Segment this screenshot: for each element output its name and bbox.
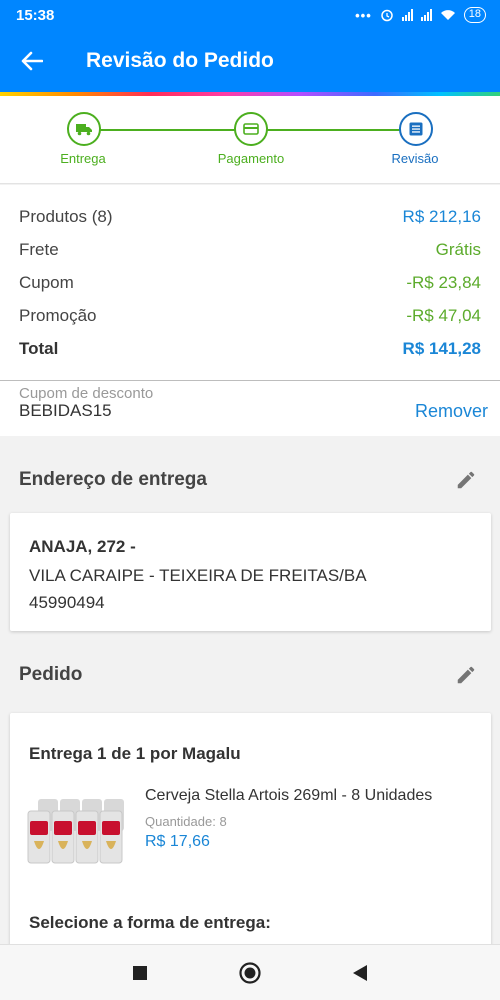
wifi-icon <box>440 10 455 20</box>
order-card: Entrega 1 de 1 por Magalu Cerveja Stella… <box>10 713 491 953</box>
order-summary: Produtos (8) R$ 212,16 Frete Grátis Cupo… <box>0 185 500 380</box>
products-label: Produtos (8) <box>19 207 113 226</box>
coupon-code: BEBIDAS15 <box>19 401 112 420</box>
address-city: VILA CARAIPE - TEIXEIRA DE FREITAS/BA <box>29 566 367 585</box>
home-button[interactable] <box>235 958 265 988</box>
step-revisao[interactable] <box>399 112 433 146</box>
nav-home-icon <box>239 961 261 984</box>
signal-icon <box>401 9 413 21</box>
total-value: R$ 141,28 <box>402 339 481 358</box>
list-icon <box>409 122 423 136</box>
products-value: R$ 212,16 <box>402 207 481 226</box>
remove-coupon-button[interactable]: Remover <box>415 401 488 422</box>
more-notifications-icon: ••• <box>355 7 372 23</box>
promo-value: -R$ 47,04 <box>406 306 481 325</box>
back-button[interactable] <box>0 30 64 92</box>
shipping-value: Grátis <box>435 240 481 259</box>
summary-row-products: Produtos (8) R$ 212,16 <box>19 207 481 227</box>
nav-back-button[interactable] <box>345 958 375 988</box>
back-arrow-icon <box>21 51 43 71</box>
edit-address-button[interactable] <box>452 466 480 494</box>
edit-order-button[interactable] <box>452 661 480 689</box>
product-quantity: Quantidade: 8 <box>145 814 227 829</box>
system-nav-bar <box>0 944 500 1000</box>
address-card: ANAJA, 272 - VILA CARAIPE - TEIXEIRA DE … <box>10 513 491 631</box>
address-zip: 45990494 <box>29 593 105 612</box>
checkout-stepper: Entrega Pagamento Revisão <box>0 96 500 184</box>
summary-row-promo: Promoção -R$ 47,04 <box>19 306 481 326</box>
status-time: 15:38 <box>16 6 55 24</box>
coupon-field-label: Cupom de desconto <box>19 385 154 402</box>
summary-row-coupon: Cupom -R$ 23,84 <box>19 273 481 293</box>
pencil-icon <box>457 666 475 684</box>
step-connector-2 <box>267 129 400 131</box>
delivery-title: Entrega 1 de 1 por Magalu <box>29 744 241 763</box>
step-pagamento[interactable] <box>234 112 268 146</box>
truck-icon <box>76 124 92 136</box>
product-price: R$ 17,66 <box>145 833 210 850</box>
shipping-method-prompt: Selecione a forma de entrega: <box>29 913 271 932</box>
card-icon <box>243 123 259 135</box>
shipping-label: Frete <box>19 240 59 259</box>
coupon-value: -R$ 23,84 <box>406 273 481 292</box>
total-label: Total <box>19 339 59 358</box>
address-street: ANAJA, 272 - <box>29 537 136 556</box>
summary-row-total: Total R$ 141,28 <box>19 339 481 359</box>
status-icons: ••• 18 <box>355 7 486 23</box>
status-bar: 15:38 ••• 18 <box>0 0 500 30</box>
order-section-title: Pedido <box>19 664 83 685</box>
product-image <box>27 799 124 864</box>
app-bar: Revisão do Pedido <box>0 30 500 92</box>
signal-icon-2 <box>420 9 432 21</box>
order-section-header: Pedido <box>0 645 500 705</box>
page-title: Revisão do Pedido <box>86 49 274 72</box>
nav-back-icon <box>353 964 367 981</box>
address-section-title: Endereço de entrega <box>19 469 207 490</box>
step-entrega[interactable] <box>67 112 101 146</box>
step-revisao-label: Revisão <box>391 151 439 166</box>
product-name: Cerveja Stella Artois 269ml - 8 Unidades <box>145 787 433 804</box>
promo-label: Promoção <box>19 306 97 325</box>
nav-recents-icon <box>133 965 147 980</box>
step-entrega-label: Entrega <box>60 151 106 166</box>
summary-row-shipping: Frete Grátis <box>19 240 481 260</box>
coupon-label: Cupom <box>19 273 74 292</box>
address-section-header: Endereço de entrega <box>0 450 500 510</box>
pencil-icon <box>457 471 475 489</box>
step-pagamento-label: Pagamento <box>217 151 285 166</box>
alarm-icon <box>381 9 393 22</box>
recents-button[interactable] <box>125 958 155 988</box>
step-connector-1 <box>100 129 235 131</box>
coupon-field: Cupom de desconto BEBIDAS15 Remover <box>0 380 500 436</box>
battery-icon: 18 <box>463 7 486 23</box>
